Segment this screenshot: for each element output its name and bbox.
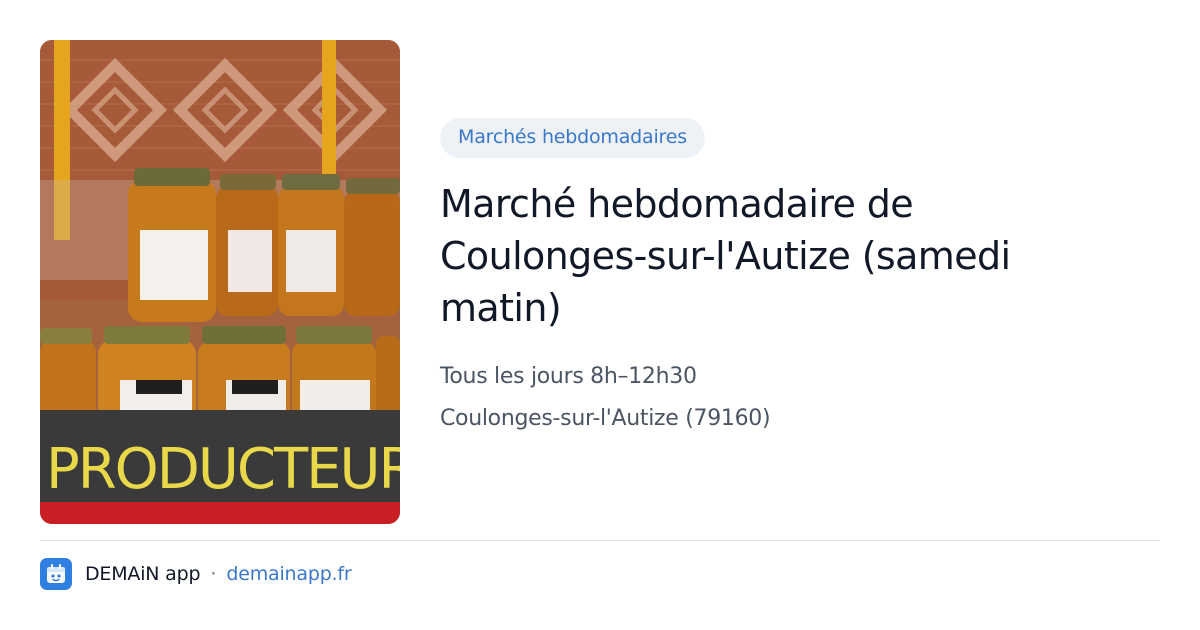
event-photo: PRODUCTEUR: [40, 40, 400, 524]
event-title: Marché hebdomadaire de Coulonges-sur-l'A…: [440, 182, 1011, 330]
honey-jars-photo: PRODUCTEUR: [40, 40, 400, 524]
svg-text:PRODUCTEUR: PRODUCTEUR: [46, 437, 400, 502]
footer-divider: [40, 540, 1160, 541]
app-name: DEMAiN app: [85, 563, 201, 585]
footer: DEMAiN app · demainapp.fr: [40, 558, 352, 590]
event-details: Marchés hebdomadaires Marché hebdomadair…: [440, 118, 1140, 440]
calendar-icon: [40, 558, 72, 590]
event-schedule: Tous les jours 8h–12h30: [440, 364, 697, 389]
site-link[interactable]: demainapp.fr: [226, 563, 351, 585]
separator: ·: [210, 563, 217, 585]
event-location: Coulonges-sur-l'Autize (79160): [440, 406, 771, 431]
category-badge[interactable]: Marchés hebdomadaires: [440, 118, 705, 158]
